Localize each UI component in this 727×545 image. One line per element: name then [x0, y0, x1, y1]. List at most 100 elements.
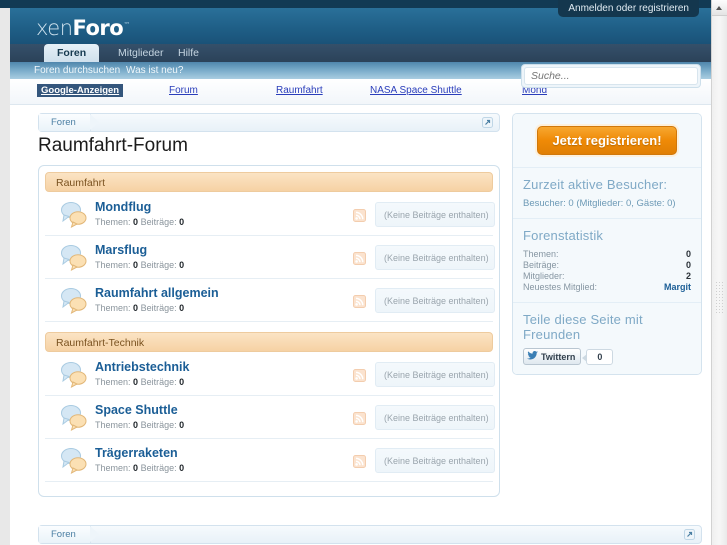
threads-count: 0	[133, 260, 139, 270]
forum-node-info: Space Shuttle Themen: 0 Beiträge: 0	[95, 402, 184, 430]
rss-feed-icon[interactable]	[353, 252, 366, 265]
forum-node-title-link[interactable]: Marsflug	[95, 242, 184, 258]
share-page-heading: Teile diese Seite mit Freunden	[523, 312, 643, 342]
sidebar-block-register: Jetzt registrieren!	[513, 114, 701, 168]
forum-node-title-link[interactable]: Raumfahrt allgemein	[95, 285, 219, 301]
breadcrumb-top: Foren	[38, 113, 500, 132]
register-now-button[interactable]: Jetzt registrieren!	[537, 126, 677, 155]
posts-count: 0	[179, 260, 185, 270]
posts-count: 0	[179, 463, 185, 473]
rss-feed-icon[interactable]	[353, 209, 366, 222]
statistic-label: Neuestes Mitglied:	[523, 282, 598, 292]
posts-label: Beiträge:	[140, 377, 177, 387]
forum-node-info: Trägerraketen Themen: 0 Beiträge: 0	[95, 445, 184, 473]
forum-node-info: Marsflug Themen: 0 Beiträge: 0	[95, 242, 184, 270]
forum-node-stats: Themen: 0 Beiträge: 0	[95, 217, 184, 227]
breadcrumb-expand-icon[interactable]	[482, 117, 493, 128]
subnav-item-foren-durchsuchen[interactable]: Foren durchsuchen	[34, 62, 120, 79]
subnav-item-was-ist-neu[interactable]: Was ist neu?	[126, 62, 183, 79]
posts-label: Beiträge:	[140, 260, 177, 270]
sidebar-block-online-users: Zurzeit aktive Besucher: Besucher: 0 (Mi…	[513, 168, 701, 219]
rss-feed-icon[interactable]	[353, 369, 366, 382]
forum-node-info: Raumfahrt allgemein Themen: 0 Beiträge: 0	[95, 285, 219, 313]
threads-count: 0	[133, 420, 139, 430]
threads-label: Themen:	[95, 377, 131, 387]
forum-node-last-post: (Keine Beiträge enthalten)	[375, 245, 495, 270]
rss-feed-icon[interactable]	[353, 295, 366, 308]
forum-node-title-link[interactable]: Trägerraketen	[95, 445, 184, 461]
twitter-share-label: Twittern	[541, 351, 576, 362]
forum-node-title-link[interactable]: Mondflug	[95, 199, 184, 215]
share-buttons-row: Twittern 0	[523, 348, 691, 365]
twitter-share-button[interactable]: Twittern	[523, 348, 582, 365]
breadcrumb-expand-icon-bottom[interactable]	[684, 529, 695, 540]
statistic-value[interactable]: Margit	[664, 282, 691, 293]
scrollbar-track[interactable]	[712, 16, 727, 545]
login-register-label: Anmelden oder registrieren	[568, 3, 689, 14]
forum-node-icon	[59, 403, 89, 432]
forum-node-row[interactable]: Trägerraketen Themen: 0 Beiträge: 0 (Kein…	[45, 439, 495, 482]
forum-node-icon	[59, 360, 89, 389]
threads-label: Themen:	[95, 217, 131, 227]
login-register-button[interactable]: Anmelden oder registrieren	[558, 0, 699, 17]
threads-label: Themen:	[95, 420, 131, 430]
breadcrumb-bottom: Foren	[38, 525, 702, 544]
threads-count: 0	[133, 217, 139, 227]
twitter-share-count[interactable]: 0	[582, 348, 614, 365]
forum-node-info: Mondflug Themen: 0 Beiträge: 0	[95, 199, 184, 227]
forum-node-last-post: (Keine Beiträge enthalten)	[375, 362, 495, 387]
ad-link-raumfahrt[interactable]: Raumfahrt	[276, 85, 323, 96]
forum-node-title-link[interactable]: Antriebstechnik	[95, 359, 189, 375]
category-spacer	[45, 322, 493, 332]
posts-count: 0	[179, 377, 185, 387]
forum-node-last-post: (Keine Beiträge enthalten)	[375, 405, 495, 430]
posts-count: 0	[179, 420, 185, 430]
breadcrumb-item-foren-bottom[interactable]: Foren	[39, 526, 99, 543]
search-input[interactable]	[524, 67, 698, 85]
logo-text-thin: xen	[36, 16, 73, 40]
forum-node-icon	[59, 243, 89, 272]
forum-node-row[interactable]: Mondflug Themen: 0 Beiträge: 0 (Keine Bei…	[45, 193, 495, 236]
site-logo[interactable]: xenForo™	[36, 16, 130, 40]
threads-label: Themen:	[95, 303, 131, 313]
forum-node-icon	[59, 200, 89, 229]
threads-count: 0	[133, 303, 139, 313]
threads-label: Themen:	[95, 260, 131, 270]
statistic-row: Mitglieder: 2	[523, 271, 691, 282]
online-users-text: Besucher: 0 (Mitglieder: 0, Gäste: 0)	[523, 198, 676, 209]
posts-count: 0	[179, 217, 185, 227]
forum-node-stats: Themen: 0 Beiträge: 0	[95, 260, 184, 270]
forum-node-title-link[interactable]: Space Shuttle	[95, 402, 184, 418]
forum-node-stats: Themen: 0 Beiträge: 0	[95, 303, 219, 313]
forum-node-last-post: (Keine Beiträge enthalten)	[375, 448, 495, 473]
ad-link-forum[interactable]: Forum	[169, 85, 198, 96]
statistic-row: Themen: 0	[523, 249, 691, 260]
scrollbar-grip-icon	[715, 281, 724, 315]
logo-trademark-icon: ™	[123, 21, 130, 29]
forum-node-icon	[59, 286, 89, 315]
rss-feed-icon[interactable]	[353, 412, 366, 425]
tab-foren[interactable]: Foren	[44, 44, 100, 62]
forum-node-row[interactable]: Antriebstechnik Themen: 0 Beiträge: 0 (Ke…	[45, 353, 495, 396]
posts-label: Beiträge:	[140, 217, 177, 227]
forum-node-row[interactable]: Raumfahrt allgemein Themen: 0 Beiträge: 0…	[45, 279, 495, 322]
forum-node-list: Raumfahrt Mondflug Themen: 0 Beiträge: 0 …	[38, 165, 500, 497]
forum-node-row[interactable]: Space Shuttle Themen: 0 Beiträge: 0 (Kein…	[45, 396, 495, 439]
forum-node-last-post: (Keine Beiträge enthalten)	[375, 288, 495, 313]
rss-feed-icon[interactable]	[353, 455, 366, 468]
ad-link-nasa-space-shuttle[interactable]: NASA Space Shuttle	[370, 85, 462, 96]
forum-node-icon	[59, 446, 89, 475]
threads-count: 0	[133, 463, 139, 473]
forum-node-stats: Themen: 0 Beiträge: 0	[95, 377, 189, 387]
tab-hilfe[interactable]: Hilfe	[165, 44, 212, 62]
browser-viewport: Anmelden oder registrieren xenForo™ Fore…	[0, 0, 727, 545]
main-navigation-tabs: Foren Mitglieder Hilfe	[10, 44, 711, 62]
vertical-scrollbar[interactable]	[711, 0, 727, 545]
forum-node-info: Antriebstechnik Themen: 0 Beiträge: 0	[95, 359, 189, 387]
forum-node-row[interactable]: Marsflug Themen: 0 Beiträge: 0 (Keine Bei…	[45, 236, 495, 279]
statistic-value: 0	[685, 260, 691, 270]
scroll-up-arrow-icon[interactable]	[712, 0, 727, 16]
statistic-label: Mitglieder:	[523, 271, 565, 281]
breadcrumb-item-foren[interactable]: Foren	[39, 114, 99, 131]
google-ads-label[interactable]: Google-Anzeigen	[37, 84, 124, 97]
